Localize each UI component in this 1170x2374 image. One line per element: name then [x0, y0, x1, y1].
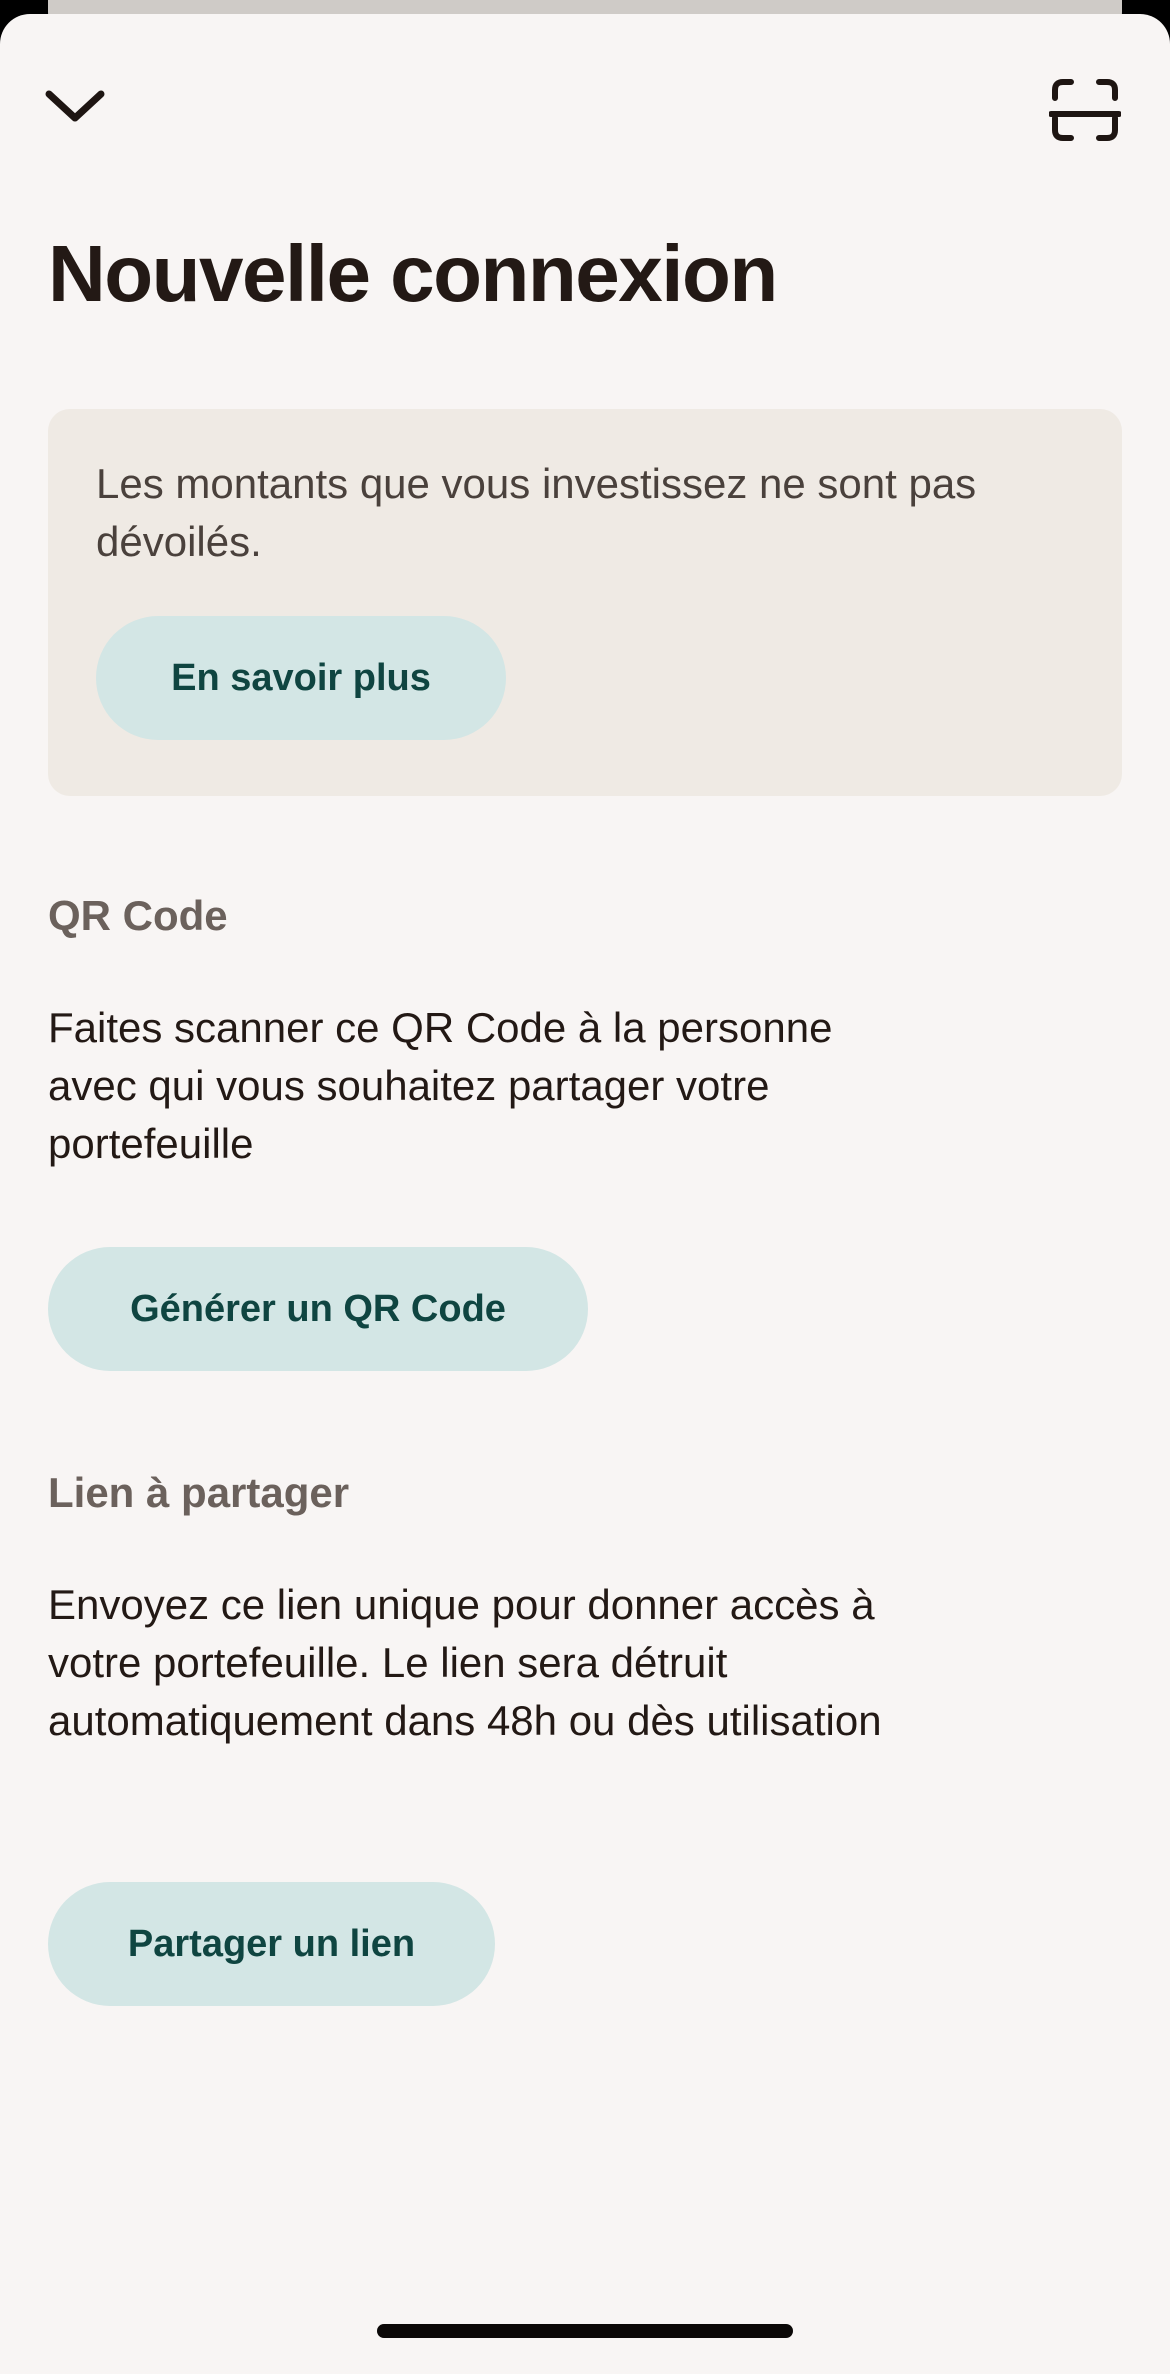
info-card: Les montants que vous investissez ne son…: [48, 409, 1122, 796]
share-link-heading: Lien à partager: [48, 1469, 350, 1516]
chevron-down-icon: [45, 90, 105, 122]
qr-code-heading: QR Code: [48, 892, 228, 939]
generate-qr-code-button[interactable]: Générer un QR Code: [48, 1247, 588, 1371]
home-indicator: [377, 2324, 793, 2338]
scan-icon: [1049, 79, 1121, 141]
learn-more-button[interactable]: En savoir plus: [96, 616, 506, 740]
share-link-description: Envoyez ce lien unique pour donner accès…: [48, 1581, 882, 1744]
share-link-button[interactable]: Partager un lien: [48, 1882, 495, 2006]
qr-code-description: Faites scanner ce QR Code à la personne …: [48, 1004, 833, 1167]
scan-button[interactable]: [1030, 60, 1140, 160]
page-title: Nouvelle connexion: [48, 229, 778, 318]
close-button[interactable]: [30, 66, 120, 146]
connection-sheet: Nouvelle connexion Les montants que vous…: [0, 14, 1170, 2374]
info-text: Les montants que vous investissez ne son…: [96, 460, 977, 565]
